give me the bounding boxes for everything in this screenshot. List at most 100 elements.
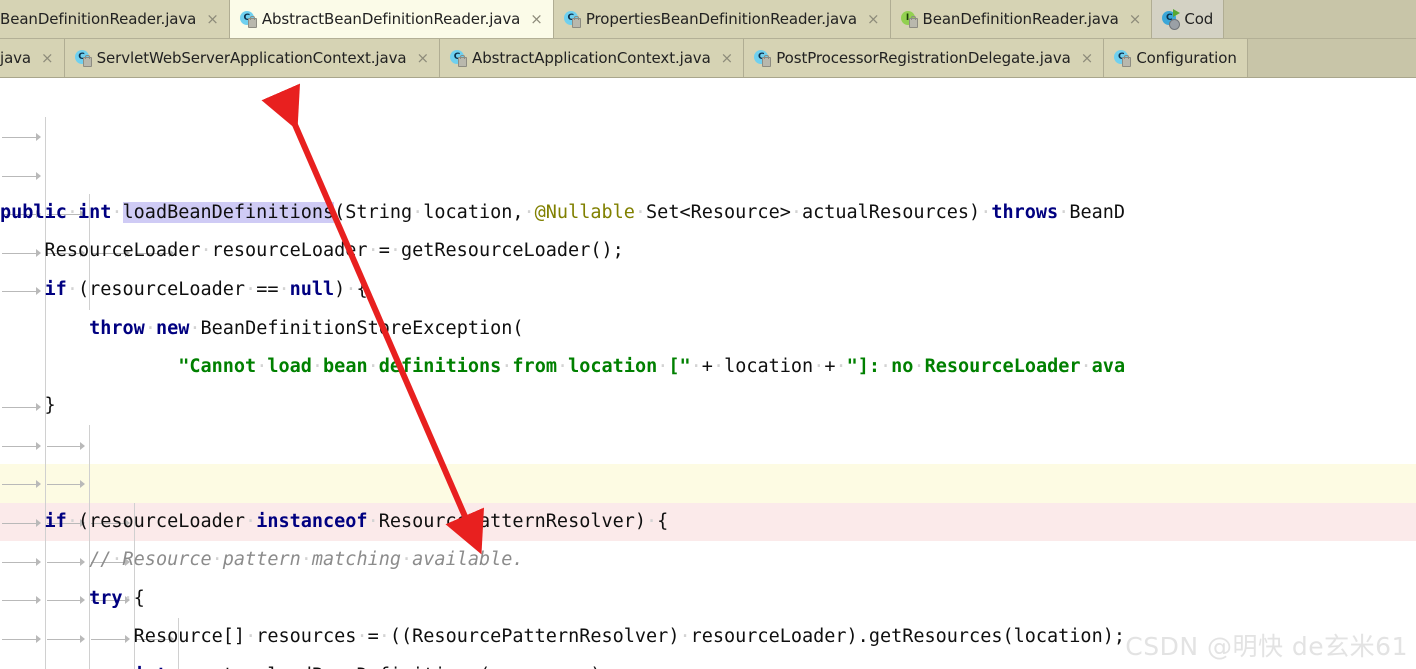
ide-window: BeanDefinitionReader.java × C AbstractBe…	[0, 0, 1416, 669]
whitespace-dot: ·	[813, 356, 825, 378]
class-file-icon: C	[450, 50, 468, 67]
code-token: matching	[311, 549, 401, 571]
close-icon[interactable]: ×	[41, 50, 54, 66]
run-configuration-icon: C	[1162, 9, 1181, 30]
close-icon[interactable]: ×	[867, 11, 880, 27]
code-token: resources	[256, 626, 357, 648]
tab-abstract-application-context-java[interactable]: C AbstractApplicationContext.java ×	[440, 39, 745, 77]
code-line-text: }	[45, 395, 56, 416]
code-token: ((ResourcePatternResolver)	[389, 626, 680, 648]
code-token: {	[356, 278, 368, 300]
code-token: ==	[256, 278, 279, 300]
code-token: location	[568, 356, 658, 378]
whitespace-dot: ·	[679, 626, 691, 648]
code-line[interactable]	[0, 463, 1416, 503]
code-line[interactable]	[0, 425, 1416, 464]
tab-servlet-web-server-application-context-java[interactable]: C ServletWebServerApplicationContext.jav…	[64, 39, 441, 77]
tab-label: BeanDefinitionReader.java	[922, 10, 1119, 28]
tab-label: PropertiesBeanDefinitionReader.java	[585, 10, 857, 28]
code-token: public	[0, 201, 67, 223]
code-line-text: //·Resource·pattern·matching·available.	[89, 549, 523, 570]
whitespace-dot: ·	[66, 201, 78, 223]
whitespace-dot: ·	[690, 356, 702, 378]
code-line[interactable]: try·{	[0, 580, 1416, 619]
code-token: (resourceLoader	[77, 510, 246, 532]
code-token: resourceLoader	[211, 240, 368, 262]
tab-properties-bean-definition-reader-java[interactable]: C PropertiesBeanDefinitionReader.java ×	[553, 0, 891, 38]
whitespace-dot: ·	[345, 278, 357, 300]
code-token: location	[724, 356, 814, 378]
whitespace-dot: ·	[367, 510, 379, 532]
code-line-text: try·{	[89, 588, 145, 609]
tab-label: java	[0, 49, 32, 67]
whitespace-dot: ·	[556, 356, 569, 378]
code-token: instanceof	[256, 510, 368, 532]
code-line-text: throw·new·BeanDefinitionStoreException(	[89, 318, 523, 339]
code-token: getResourceLoader();	[400, 240, 624, 262]
code-line[interactable]: throw·new·BeanDefinitionStoreException(	[0, 310, 1416, 349]
code-token: =	[378, 240, 390, 262]
whitespace-dot: ·	[122, 587, 134, 609]
code-token: ava	[1091, 356, 1126, 378]
code-line[interactable]: //·Resource·pattern·matching·available.	[0, 541, 1416, 580]
code-token: ["	[668, 356, 691, 378]
close-icon[interactable]: ×	[1081, 50, 1094, 66]
code-editor[interactable]: public·int·loadBeanDefinitions(String·lo…	[0, 78, 1416, 669]
tab-label: Cod	[1184, 10, 1214, 28]
code-token: actualResources)	[801, 201, 981, 223]
class-file-icon: C	[1114, 50, 1132, 67]
code-line[interactable]: ResourceLoader·resourceLoader·=·getResou…	[0, 232, 1416, 271]
whitespace-dot: ·	[501, 356, 513, 378]
whitespace-dot: ·	[211, 549, 223, 571]
code-token: null	[289, 278, 335, 300]
code-token: count	[178, 665, 234, 669]
class-file-icon: C	[563, 11, 581, 28]
code-line[interactable]: if·(resourceLoader·instanceof·ResourcePa…	[0, 502, 1416, 542]
whitespace-dot: ·	[412, 201, 424, 223]
code-line-text: int·count·=·loadBeanDefinitions(resource…	[134, 665, 613, 669]
whitespace-dot: ·	[880, 356, 892, 378]
tab-post-processor-registration-delegate-java[interactable]: C PostProcessorRegistrationDelegate.java…	[744, 39, 1105, 77]
tab-configuration-truncated[interactable]: C Configuration	[1104, 39, 1248, 77]
code-token: load	[267, 356, 312, 378]
whitespace-dot: ·	[913, 356, 925, 378]
tab-bean-definition-reader-java-truncated[interactable]: BeanDefinitionReader.java ×	[0, 0, 230, 38]
code-line[interactable]: }	[0, 387, 1416, 426]
close-icon[interactable]: ×	[721, 50, 734, 66]
tab-abstract-bean-definition-reader-java[interactable]: C AbstractBeanDefinitionReader.java ×	[229, 0, 554, 38]
close-icon[interactable]: ×	[1129, 11, 1142, 27]
whitespace-dot: ·	[66, 278, 78, 300]
whitespace-dot: ·	[1058, 201, 1070, 223]
whitespace-dot: ·	[256, 356, 268, 378]
code-token: (resourceLoader	[77, 278, 246, 300]
code-token: BeanD	[1069, 201, 1126, 223]
tab-java-truncated[interactable]: java ×	[0, 39, 65, 77]
code-token: bean	[323, 356, 368, 378]
tab-label: AbstractBeanDefinitionReader.java	[261, 10, 521, 28]
code-token: if	[44, 278, 67, 300]
class-file-icon: C	[239, 11, 257, 28]
code-token: loadBeanDefinitions	[122, 201, 335, 223]
code-line[interactable]: "Cannot·load·bean·definitions·from·locat…	[0, 348, 1416, 387]
close-icon[interactable]: ×	[206, 11, 219, 27]
tab-run-configuration[interactable]: C Cod	[1152, 0, 1225, 38]
code-token: (String	[334, 201, 413, 223]
tab-label: ServletWebServerApplicationContext.java	[96, 49, 407, 67]
close-icon[interactable]: ×	[530, 11, 543, 27]
close-icon[interactable]: ×	[416, 50, 429, 66]
code-token: "Cannot	[178, 356, 257, 378]
whitespace-dot: ·	[111, 549, 123, 571]
whitespace-dot: ·	[980, 201, 992, 223]
code-line[interactable]: if·(resourceLoader·==·null)·{	[0, 271, 1416, 310]
whitespace-dot: ·	[200, 240, 212, 262]
tab-label: Configuration	[1136, 49, 1237, 67]
tab-bean-definition-reader-java-interface[interactable]: I BeanDefinitionReader.java ×	[890, 0, 1153, 38]
whitespace-dot: ·	[356, 626, 368, 648]
code-token: Resource	[122, 549, 212, 571]
whitespace-dot: ·	[278, 278, 290, 300]
class-file-icon: C	[74, 50, 92, 67]
whitespace-dot: ·	[657, 356, 669, 378]
code-line[interactable]: public·int·loadBeanDefinitions(String·lo…	[0, 194, 1416, 233]
code-line-text: Resource[]·resources·=·((ResourcePattern…	[134, 626, 1125, 647]
code-token: if	[44, 510, 67, 532]
